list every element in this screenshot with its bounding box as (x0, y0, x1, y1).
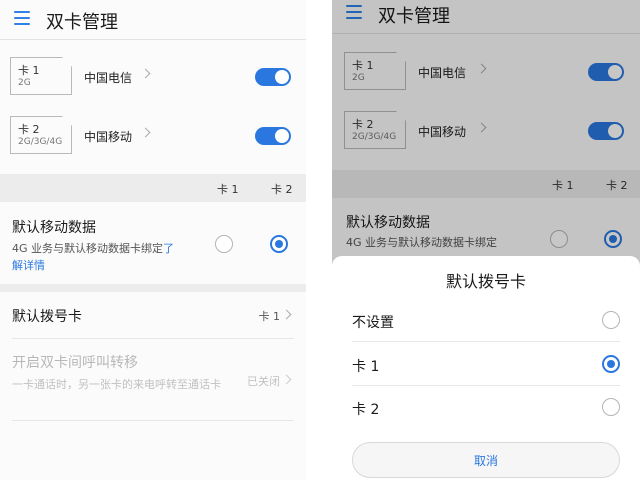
dual-sim-settings-screen: 双卡管理 卡 1 2G 中国电信 卡 2 2G/3G/4G 中国移动 卡 1 卡… (0, 0, 306, 480)
comparison-screenshot: 双卡管理 卡 1 2G 中国电信 卡 2 2G/3G/4G 中国移动 卡 1 卡… (0, 0, 640, 480)
call-forwarding-status: 已关闭 (247, 375, 280, 388)
page-title: 双卡管理 (46, 12, 118, 33)
dual-sim-dial-dialog-screen: 双卡管理 卡 1 2G 中国电信 卡 2 2G/3G/4G 中国移动 卡 1 卡… (332, 0, 640, 480)
section-gap (0, 284, 306, 292)
sim-column-header: 卡 1 卡 2 (0, 174, 306, 202)
sim-network: 2G (18, 78, 31, 88)
chevron-right-icon (140, 127, 151, 138)
call-forwarding-description: 一卡通话时，另一张卡的来电呼转至通话卡 (12, 378, 221, 391)
option-label: 不设置 (352, 315, 394, 331)
chevron-right-icon (281, 374, 292, 385)
option-card1-radio[interactable] (602, 355, 620, 373)
sim-2-toggle[interactable] (255, 127, 291, 145)
dialog-option-card1[interactable]: 卡 1 (332, 344, 640, 384)
cancel-label: 取消 (473, 454, 498, 468)
title-bar: 双卡管理 (0, 0, 306, 40)
sim-row-2[interactable]: 卡 2 2G/3G/4G 中国移动 (0, 116, 306, 156)
carrier-name: 中国电信 (84, 71, 133, 85)
call-forwarding-title: 开启双卡间呼叫转移 (12, 355, 138, 371)
sim-name: 卡 2 (18, 123, 40, 136)
column-header-card1: 卡 1 (217, 183, 239, 196)
sim-card-icon: 卡 2 2G/3G/4G (10, 116, 72, 154)
mobile-data-card2-radio[interactable] (270, 235, 288, 253)
option-label: 卡 2 (352, 402, 380, 418)
column-header-card2: 卡 2 (271, 183, 293, 196)
sim-1-toggle[interactable] (255, 68, 291, 86)
menu-icon[interactable] (14, 11, 30, 25)
cancel-button[interactable]: 取消 (352, 442, 620, 478)
mobile-data-description: 4G 业务与默认移动数据卡绑定了解详情 (12, 240, 182, 274)
option-label: 卡 1 (352, 359, 380, 375)
dialog-title: 默认拨号卡 (445, 272, 526, 291)
title-divider (0, 39, 306, 40)
divider (352, 385, 620, 386)
carrier-name: 中国移动 (84, 130, 133, 144)
divider (12, 420, 294, 421)
default-dial-value[interactable]: 卡 1 (259, 308, 281, 324)
default-dial-dialog: 默认拨号卡 不设置 卡 1 卡 2 取消 (332, 256, 640, 480)
default-dial-label[interactable]: 默认拨号卡 (12, 306, 82, 326)
sim-row-1[interactable]: 卡 1 2G 中国电信 (0, 57, 306, 97)
mobile-data-description-text: 4G 业务与默认移动数据卡绑定 (12, 242, 164, 255)
divider (12, 338, 294, 339)
sim-name: 卡 1 (18, 64, 40, 77)
dialog-option-card2[interactable]: 卡 2 (332, 387, 640, 427)
dialog-option-none[interactable]: 不设置 (332, 300, 640, 340)
mobile-data-card1-radio[interactable] (215, 235, 233, 253)
chevron-right-icon (281, 309, 292, 320)
sim-network: 2G/3G/4G (18, 137, 63, 147)
option-card2-radio[interactable] (602, 398, 620, 416)
chevron-right-icon (140, 68, 151, 79)
divider (352, 341, 620, 342)
sim-card-icon: 卡 1 2G (10, 57, 72, 95)
option-none-radio[interactable] (602, 311, 620, 329)
mobile-data-title: 默认移动数据 (12, 220, 96, 236)
